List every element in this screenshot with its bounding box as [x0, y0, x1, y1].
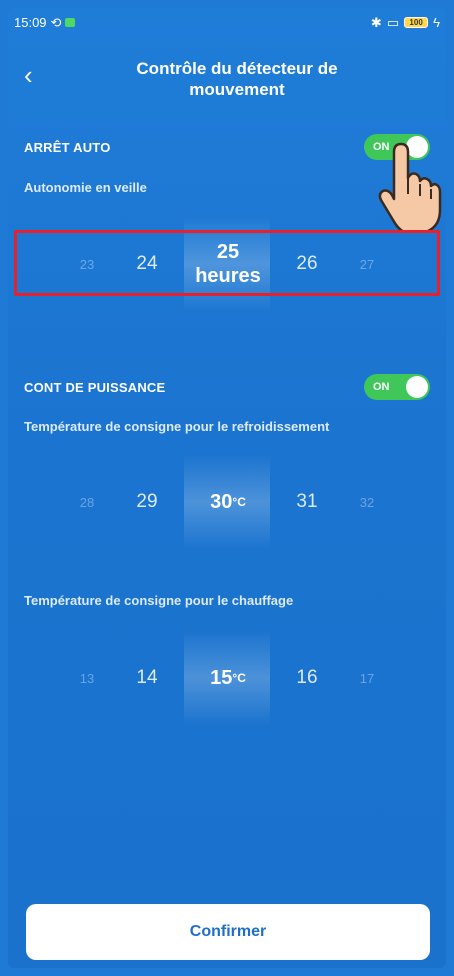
- toggle-knob: [406, 376, 428, 398]
- annotation-highlight-box: [14, 230, 440, 296]
- status-bar: 15:09 ⟲ ✱ ▭ 100 ϟ: [8, 8, 446, 36]
- app-notification-icon: [65, 17, 76, 27]
- status-time: 15:09: [14, 14, 47, 30]
- selected-heating-temp: 15: [210, 667, 233, 689]
- page-title-line1: Contrôle du détecteur de: [136, 59, 338, 78]
- selected-cooling-unit: °C: [232, 495, 246, 509]
- picker-value[interactable]: 17: [342, 630, 392, 726]
- charging-icon: ϟ: [433, 14, 440, 30]
- vibrate-icon: ▭: [386, 14, 400, 30]
- app-screen: 15:09 ⟲ ✱ ▭ 100 ϟ ‹ Contrôle du détecteu…: [8, 8, 446, 968]
- page-title: Contrôle du détecteur de mouvement: [68, 58, 406, 100]
- heating-temperature-picker[interactable]: 13 14 15 °C 16 17: [8, 630, 446, 726]
- cont-puissance-toggle-label: ON: [373, 381, 390, 393]
- confirm-button[interactable]: Confirmer: [26, 904, 430, 960]
- picker-value[interactable]: 16: [282, 630, 332, 726]
- picker-value[interactable]: 31: [282, 454, 332, 550]
- picker-value[interactable]: 29: [122, 454, 172, 550]
- cont-puissance-label: CONT DE PUISSANCE: [24, 380, 166, 395]
- cooling-label: Température de consigne pour le refroidi…: [24, 419, 330, 434]
- sync-icon: ⟲: [50, 14, 62, 30]
- autonomie-label: Autonomie en veille: [24, 180, 147, 195]
- picker-value[interactable]: 13: [62, 630, 112, 726]
- picker-value[interactable]: 28: [62, 454, 112, 550]
- cooling-temperature-picker[interactable]: 28 29 30 °C 31 32: [8, 454, 446, 550]
- page-title-line2: mouvement: [189, 80, 285, 99]
- picker-value[interactable]: 14: [122, 630, 172, 726]
- bluetooth-icon: ✱: [370, 14, 382, 30]
- chevron-left-icon[interactable]: ‹: [24, 62, 33, 88]
- arret-auto-label: ARRÊT AUTO: [24, 140, 111, 155]
- picker-value[interactable]: 32: [342, 454, 392, 550]
- picker-selected-value[interactable]: 30 °C: [178, 454, 278, 550]
- cont-puissance-toggle[interactable]: ON: [364, 374, 430, 400]
- selected-heating-unit: °C: [232, 671, 246, 685]
- heating-label: Température de consigne pour le chauffag…: [24, 593, 294, 608]
- picker-selected-value[interactable]: 15 °C: [178, 630, 278, 726]
- header: ‹ Contrôle du détecteur de mouvement: [8, 36, 446, 104]
- battery-icon: 100: [404, 16, 429, 28]
- selected-cooling-temp: 30: [210, 491, 233, 513]
